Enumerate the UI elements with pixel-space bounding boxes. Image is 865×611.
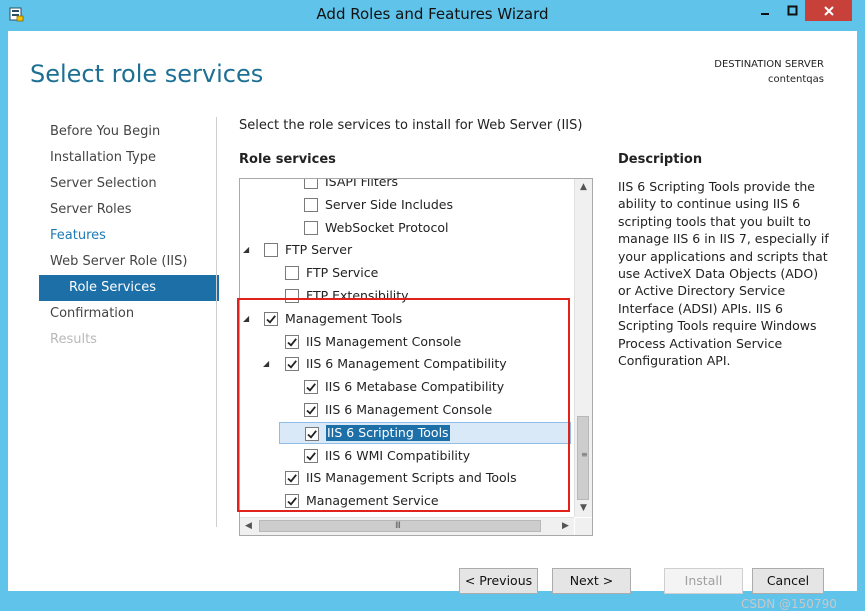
tree-item-label: IIS 6 Scripting Tools (326, 424, 450, 441)
vertical-scroll-thumb[interactable]: ≡ (577, 416, 589, 500)
tree-item-label: FTP Service (306, 265, 379, 281)
nav-item-confirmation[interactable]: Confirmation (39, 301, 219, 327)
scroll-left-icon[interactable]: ◀ (240, 518, 257, 535)
scroll-up-icon[interactable]: ▲ (575, 179, 592, 196)
checked-checkbox[interactable] (285, 494, 299, 509)
tree-view: ISAPI Filters Server Side Includes WebSock… (240, 179, 574, 517)
vertical-scrollbar[interactable]: ▲ ≡ ▼ (574, 179, 592, 517)
tree-expander-icon[interactable]: ◢ (243, 239, 253, 261)
h-scroll-grip-icon: III (395, 521, 401, 531)
horizontal-scroll-thumb[interactable]: III (259, 520, 541, 532)
checked-checkbox[interactable] (285, 334, 299, 349)
tree-item-label: IIS 6 Management Console (325, 402, 493, 417)
cancel-button[interactable]: Cancel (752, 568, 824, 594)
install-button: Install (664, 568, 743, 594)
unchecked-checkbox[interactable] (285, 266, 299, 281)
tree-item[interactable]: ◢ FTP Server (240, 239, 570, 261)
tree-item-label: Management Tools (285, 310, 403, 326)
wizard-nav: Before You Begin Installation Type Serve… (39, 119, 219, 353)
tree-item[interactable]: ◢ IIS 6 Management Compatibility (240, 353, 570, 375)
tree-item[interactable]: ISAPI Filters (240, 179, 570, 193)
nav-item-server-roles[interactable]: Server Roles (39, 197, 219, 223)
tree-item[interactable]: IIS 6 WMI Compatibility (240, 445, 570, 467)
title-bar[interactable]: Add Roles and Features Wizard (0, 0, 865, 31)
tree-item-label: Server Side Includes (325, 196, 453, 212)
nav-item-results: Results (50, 332, 97, 347)
tree-item[interactable]: FTP Service (240, 262, 570, 284)
scroll-right-icon[interactable]: ▶ (557, 518, 574, 535)
nav-item-server-selection[interactable]: Server Selection (39, 171, 219, 197)
close-icon[interactable] (805, 0, 852, 21)
tree-item[interactable]: Management Service (240, 490, 570, 512)
scroll-down-icon[interactable]: ▼ (575, 500, 592, 517)
role-services-tree[interactable]: ISAPI Filters Server Side Includes WebSock… (239, 178, 593, 536)
destination-server-name: contentqas (768, 74, 824, 85)
unchecked-checkbox[interactable] (285, 289, 299, 303)
checked-checkbox[interactable] (285, 357, 299, 372)
unchecked-checkbox[interactable] (304, 179, 318, 189)
unchecked-checkbox[interactable] (264, 243, 278, 258)
window-title: Add Roles and Features Wizard (316, 5, 549, 23)
tree-item-label: IIS Management Console (306, 333, 462, 349)
tree-item[interactable]: ◢ Management Tools (240, 308, 570, 330)
nav-item-web-server-role[interactable]: Web Server Role (IIS) (39, 249, 219, 275)
tree-item[interactable]: IIS Management Scripts and Tools (240, 467, 570, 489)
tree-expander-icon[interactable]: ◢ (263, 353, 273, 375)
tree-item-label: ISAPI Filters (325, 179, 399, 189)
wizard-client-area: Select role services DESTINATION SERVER … (8, 31, 857, 611)
tree-item-label: FTP Extensibility (306, 288, 409, 303)
checked-checkbox[interactable] (264, 311, 278, 326)
instruction-text: Select the role services to install for … (239, 118, 583, 133)
nav-item-before-you-begin[interactable]: Before You Begin (39, 119, 219, 145)
scroll-grip-icon: ≡ (581, 450, 588, 459)
tree-item[interactable]: IIS 6 Metabase Compatibility (240, 376, 570, 398)
nav-item-role-services[interactable]: Role Services (39, 275, 219, 301)
tree-item-label: IIS 6 Metabase Compatibility (325, 379, 505, 395)
watermark: CSDN @150790 (741, 597, 837, 611)
tree-expander-icon[interactable]: ◢ (243, 308, 253, 330)
nav-divider (216, 117, 217, 527)
tree-item-label: Management Service (306, 493, 439, 509)
checked-checkbox[interactable] (304, 380, 318, 395)
unchecked-checkbox[interactable] (304, 197, 318, 212)
minimize-icon[interactable] (752, 0, 778, 21)
nav-item-installation-type[interactable]: Installation Type (39, 145, 219, 171)
description-header: Description (618, 152, 703, 167)
nav-item-features[interactable]: Features (39, 223, 219, 249)
checked-checkbox[interactable] (285, 471, 299, 486)
checked-checkbox[interactable] (305, 426, 319, 441)
description-text: IIS 6 Scripting Tools provide the abilit… (618, 179, 829, 369)
maximize-icon[interactable] (779, 0, 805, 21)
tree-item[interactable]: FTP Extensibility (240, 285, 570, 307)
page-title: Select role services (30, 60, 264, 88)
tree-item-label: IIS Management Scripts and Tools (306, 470, 517, 486)
tree-item[interactable]: Server Side Includes (240, 194, 570, 216)
role-services-header: Role services (239, 152, 336, 167)
tree-item[interactable]: WebSocket Protocol (240, 217, 570, 239)
tree-item-label: FTP Server (285, 242, 353, 258)
checked-checkbox[interactable] (304, 403, 318, 417)
horizontal-scrollbar[interactable]: ◀ III ▶ (240, 517, 574, 535)
tree-item-label: IIS 6 Management Compatibility (306, 356, 507, 372)
tree-item[interactable]: IIS 6 Management Console (240, 399, 570, 421)
next-button[interactable]: Next > (552, 568, 631, 594)
tree-item[interactable]: IIS Management Console (240, 331, 570, 353)
tree-item-label: IIS 6 WMI Compatibility (325, 447, 471, 463)
previous-button[interactable]: < Previous (459, 568, 538, 594)
checked-checkbox[interactable] (304, 448, 318, 463)
scrollbar-corner (575, 518, 592, 535)
destination-server-label: DESTINATION SERVER (714, 59, 824, 70)
unchecked-checkbox[interactable] (304, 220, 318, 235)
tree-item-label: WebSocket Protocol (325, 219, 449, 235)
tree-item[interactable]: IIS 6 Scripting Tools (279, 421, 571, 444)
